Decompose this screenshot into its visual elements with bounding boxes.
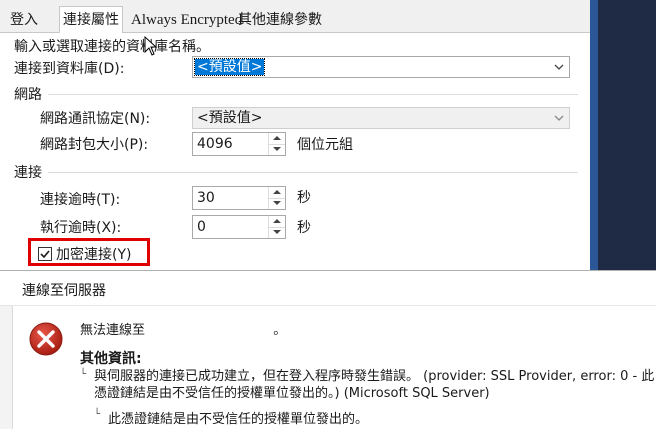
tab-strip: 登入 連接屬性 Always Encrypted 其他連線參數	[0, 0, 590, 34]
error-detail-line-1: 與伺服器的連接已成功建立，但在登入程序時發生錯誤。 (provider: SSL…	[94, 369, 655, 384]
protocol-label: 網路通訊協定(N):	[40, 111, 151, 127]
connect-db-combobox[interactable]: <預設值>	[192, 56, 570, 78]
spin-down-button[interactable]	[269, 227, 285, 238]
additional-info-heading: 其他資訊:	[80, 351, 142, 367]
connect-db-label: 連接到資料庫(D):	[14, 61, 125, 77]
caret-down-icon	[273, 201, 281, 205]
caret-up-icon	[273, 190, 281, 194]
error-icon	[29, 322, 63, 356]
packet-size-spin-buttons	[268, 133, 285, 155]
tab-always-encrypted[interactable]: Always Encrypted	[128, 10, 245, 31]
exec-timeout-unit: 秒	[297, 220, 311, 236]
error-dialog-titlebar: 連線至伺服器	[0, 271, 656, 305]
network-group-divider	[48, 94, 578, 95]
connect-to-server-error-dialog: 連線至伺服器 無法連線至 。 其他資訊: └ 與伺服器的連接已成功建立，但在登入…	[0, 270, 656, 429]
redacted-server-name	[149, 325, 270, 336]
timeout-spinner[interactable]: 30	[192, 186, 286, 210]
background-window-edge	[590, 0, 598, 270]
timeout-unit: 秒	[297, 190, 311, 206]
packet-size-value: 4096	[197, 136, 233, 152]
background-window	[590, 0, 656, 270]
error-detail: 與伺服器的連接已成功建立，但在登入程序時發生錯誤。 (provider: SSL…	[94, 368, 654, 402]
packet-size-unit: 個位元組	[297, 137, 353, 153]
caret-up-icon	[273, 136, 281, 140]
instruction-text: 輸入或選取連接的資料庫名稱。	[14, 39, 210, 55]
tab-connection-properties[interactable]: 連接屬性	[59, 6, 123, 34]
error-message-prefix: 無法連線至	[80, 323, 146, 338]
timeout-value: 30	[197, 190, 215, 206]
exec-timeout-spin-buttons	[268, 216, 285, 238]
protocol-value: <預設值>	[197, 110, 263, 126]
packet-size-spinner[interactable]: 4096	[192, 132, 286, 156]
tab-login[interactable]: 登入	[7, 10, 41, 31]
spin-down-button[interactable]	[269, 144, 285, 155]
spin-down-button[interactable]	[269, 198, 285, 209]
exec-timeout-value: 0	[197, 219, 206, 235]
error-sub-detail: 此憑證鏈結是由不受信任的授權單位發出的。	[108, 412, 369, 427]
protocol-combobox[interactable]: <預設值>	[192, 107, 570, 129]
error-dialog-title: 連線至伺服器	[22, 283, 106, 299]
connection-properties-dialog: 登入 連接屬性 Always Encrypted 其他連線參數 輸入或選取連接的…	[0, 0, 590, 280]
caret-down-icon	[273, 230, 281, 234]
connect-db-value: <預設值>	[193, 58, 266, 76]
checkmark-icon	[40, 250, 50, 259]
encrypt-connection-checkbox[interactable]	[38, 247, 52, 261]
caret-up-icon	[273, 219, 281, 223]
titlebar-divider	[0, 305, 656, 306]
encrypt-connection-highlight: 加密連接(Y)	[28, 238, 150, 266]
exec-timeout-spinner[interactable]: 0	[192, 215, 286, 239]
error-message-suffix: 。	[273, 323, 287, 338]
tree-branch-icon: └	[80, 369, 87, 380]
packet-size-label: 網路封包大小(P):	[40, 137, 149, 153]
timeout-label: 連接逾時(T):	[40, 192, 121, 208]
encrypt-connection-label[interactable]: 加密連接(Y)	[56, 244, 131, 264]
tree-branch-icon: └	[94, 409, 101, 420]
network-group-label: 網路	[14, 87, 42, 103]
error-message: 無法連線至 。	[80, 319, 286, 338]
timeout-spin-buttons	[268, 187, 285, 209]
tab-additional-connection-parameters[interactable]: 其他連線參數	[235, 10, 325, 31]
chevron-down-icon[interactable]	[553, 112, 565, 124]
connection-group-label: 連接	[14, 165, 42, 181]
connection-group-divider	[48, 172, 578, 173]
caret-down-icon	[273, 147, 281, 151]
error-detail-line-2: 憑證鏈結是由不受信任的授權單位發出的。) (Microsoft SQL Serv…	[94, 386, 490, 401]
mouse-cursor-icon	[144, 36, 158, 56]
exec-timeout-label: 執行逾時(X):	[40, 220, 122, 236]
chevron-down-icon[interactable]	[553, 61, 565, 73]
